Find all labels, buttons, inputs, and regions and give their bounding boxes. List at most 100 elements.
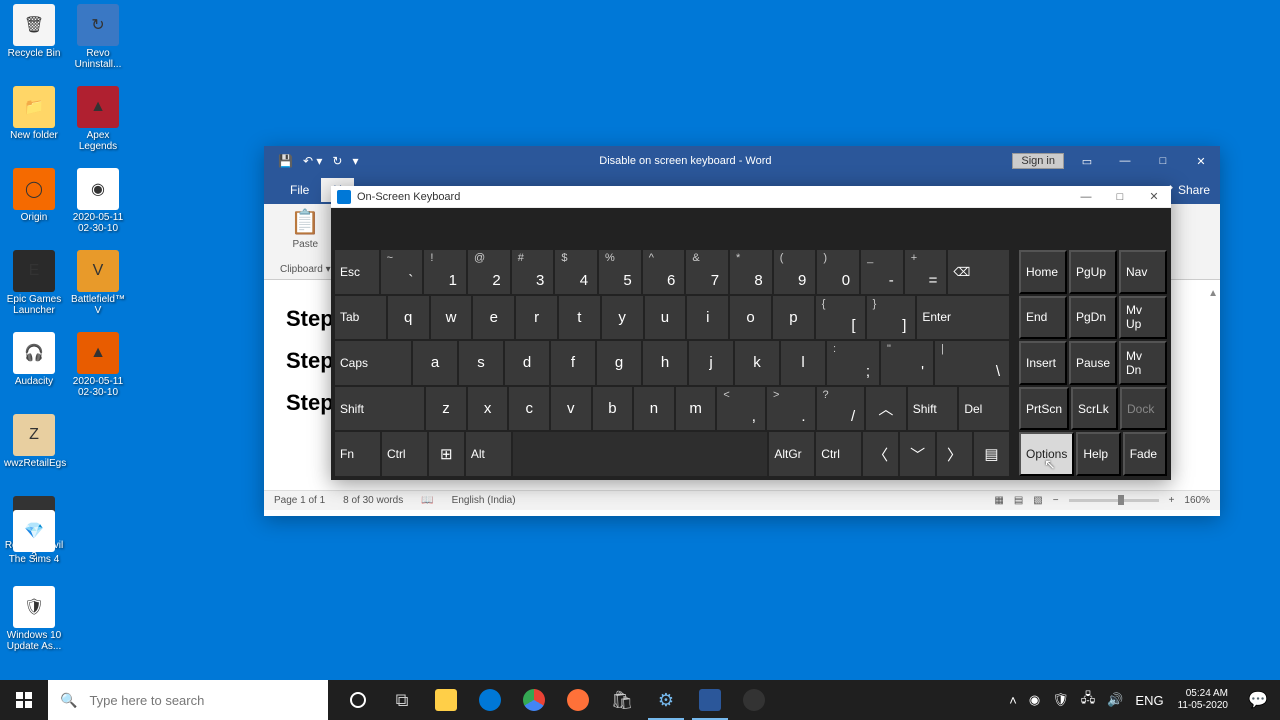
tray-volume-icon[interactable]: 🔊: [1101, 692, 1129, 708]
osk-key[interactable]: *8: [730, 250, 772, 294]
osk-key[interactable]: w: [431, 296, 472, 340]
tray-network-icon[interactable]: 🖧: [1075, 689, 1102, 711]
settings-app-icon[interactable]: ⚙: [644, 680, 688, 720]
osk-key[interactable]: <,: [717, 387, 765, 431]
osk-side-key-insert[interactable]: Insert: [1019, 341, 1067, 385]
view-read-icon[interactable]: ▦: [994, 495, 1003, 506]
firefox-icon[interactable]: [556, 680, 600, 720]
ribbon-display-icon[interactable]: ▭: [1068, 146, 1106, 176]
osk-key[interactable]: i: [687, 296, 728, 340]
osk-key[interactable]: Enter: [917, 296, 1009, 340]
word-titlebar[interactable]: 💾 ↶ ▾ ↻ ▾ Disable on screen keyboard - W…: [264, 146, 1220, 176]
paste-button[interactable]: Paste: [280, 239, 331, 250]
osk-key[interactable]: AltGr: [769, 432, 814, 476]
zoom-in-button[interactable]: +: [1169, 495, 1175, 506]
status-language[interactable]: English (India): [452, 495, 516, 506]
start-button[interactable]: [0, 680, 48, 720]
osk-key[interactable]: |\: [935, 341, 1009, 385]
osk-key[interactable]: {[: [816, 296, 865, 340]
osk-key[interactable]: ⊞: [429, 432, 464, 476]
zoom-out-button[interactable]: −: [1053, 495, 1059, 506]
osk-key[interactable]: Caps: [335, 341, 411, 385]
chrome-icon[interactable]: [512, 680, 556, 720]
osk-titlebar[interactable]: On-Screen Keyboard — □ ✕: [331, 186, 1171, 208]
desktop-icon[interactable]: 🎧Audacity: [4, 332, 64, 387]
tray-chevron-icon[interactable]: ˄: [1003, 693, 1023, 708]
osk-key[interactable]: l: [781, 341, 825, 385]
osk-key[interactable]: r: [516, 296, 557, 340]
osk-key[interactable]: 〈: [863, 432, 898, 476]
osk-side-key-mv-dn[interactable]: Mv Dn: [1119, 341, 1167, 385]
osk-key[interactable]: }]: [867, 296, 916, 340]
osk-side-key-prtscn[interactable]: PrtScn: [1019, 387, 1069, 431]
osk-key[interactable]: u: [645, 296, 686, 340]
osk-key[interactable]: f: [551, 341, 595, 385]
task-view-icon[interactable]: ⧉: [380, 680, 424, 720]
osk-key[interactable]: h: [643, 341, 687, 385]
osk-key[interactable]: d: [505, 341, 549, 385]
view-print-icon[interactable]: ▤: [1014, 495, 1023, 506]
osk-key[interactable]: Alt: [466, 432, 511, 476]
osk-side-key-pgup[interactable]: PgUp: [1069, 250, 1117, 294]
word-app-icon[interactable]: [688, 680, 732, 720]
osk-side-key-home[interactable]: Home: [1019, 250, 1067, 294]
tray-obs-icon[interactable]: ◉: [1023, 692, 1046, 708]
osk-key[interactable]: m: [676, 387, 716, 431]
osk-key[interactable]: a: [413, 341, 457, 385]
osk-minimize-button[interactable]: —: [1069, 186, 1103, 208]
osk-side-key-pgdn[interactable]: PgDn: [1069, 296, 1117, 340]
store-icon[interactable]: 🛍: [600, 680, 644, 720]
osk-key[interactable]: )0: [817, 250, 859, 294]
osk-key[interactable]: x: [468, 387, 508, 431]
osk-key[interactable]: n: [634, 387, 674, 431]
osk-key[interactable]: :;: [827, 341, 879, 385]
osk-key[interactable]: Del: [959, 387, 1009, 431]
osk-key[interactable]: Tab: [335, 296, 386, 340]
osk-key[interactable]: 〉: [937, 432, 972, 476]
notifications-icon[interactable]: 💬: [1236, 690, 1280, 710]
osk-key[interactable]: ?/: [817, 387, 865, 431]
tray-security-icon[interactable]: 🛡: [1046, 692, 1075, 708]
minimize-button[interactable]: —: [1106, 146, 1144, 176]
desktop-icon[interactable]: 💎The Sims 4: [4, 510, 64, 565]
desktop-icon[interactable]: ZwwzRetailEgs: [4, 414, 64, 469]
osk-key[interactable]: z: [426, 387, 466, 431]
osk-key[interactable]: j: [689, 341, 733, 385]
osk-key[interactable]: Ctrl: [382, 432, 427, 476]
desktop-icon[interactable]: ◯Origin: [4, 168, 64, 223]
osk-key[interactable]: Fn: [335, 432, 380, 476]
tab-file[interactable]: File: [278, 178, 321, 202]
desktop-icon[interactable]: EEpic Games Launcher: [4, 250, 64, 316]
osk-close-button[interactable]: ✕: [1137, 186, 1171, 208]
osk-key[interactable]: %5: [599, 250, 641, 294]
obs-icon[interactable]: [732, 680, 776, 720]
osk-side-key-end[interactable]: End: [1019, 296, 1067, 340]
osk-key[interactable]: ⌫: [948, 250, 1009, 294]
osk-key[interactable]: v: [551, 387, 591, 431]
zoom-slider[interactable]: [1069, 499, 1159, 502]
osk-key[interactable]: >.: [767, 387, 815, 431]
osk-key[interactable]: &7: [686, 250, 728, 294]
edge-icon[interactable]: [468, 680, 512, 720]
osk-key[interactable]: c: [509, 387, 549, 431]
desktop-icon[interactable]: ▲Apex Legends: [68, 86, 128, 152]
desktop-icon[interactable]: ▲2020-05-11 02-30-10: [68, 332, 128, 398]
search-input[interactable]: 🔍 Type here to search: [48, 680, 328, 720]
osk-side-key-dock[interactable]: Dock: [1120, 387, 1167, 431]
osk-key[interactable]: Shift: [335, 387, 424, 431]
share-button[interactable]: ↱ Share: [1165, 183, 1220, 197]
save-icon[interactable]: 💾: [278, 154, 293, 168]
zoom-level[interactable]: 160%: [1184, 495, 1210, 506]
osk-key[interactable]: s: [459, 341, 503, 385]
close-button[interactable]: ✕: [1182, 146, 1220, 176]
status-proofing-icon[interactable]: 📖: [421, 495, 433, 506]
osk-key[interactable]: y: [602, 296, 643, 340]
osk-key[interactable]: Shift: [908, 387, 958, 431]
tray-clock[interactable]: 05:24 AM 11-05-2020: [1170, 688, 1236, 712]
osk-key[interactable]: $4: [555, 250, 597, 294]
maximize-button[interactable]: □: [1144, 146, 1182, 176]
osk-side-key-help[interactable]: Help: [1076, 432, 1120, 476]
osk-key[interactable]: o: [730, 296, 771, 340]
osk-key[interactable]: e: [473, 296, 514, 340]
osk-key[interactable]: ︿: [866, 387, 906, 431]
